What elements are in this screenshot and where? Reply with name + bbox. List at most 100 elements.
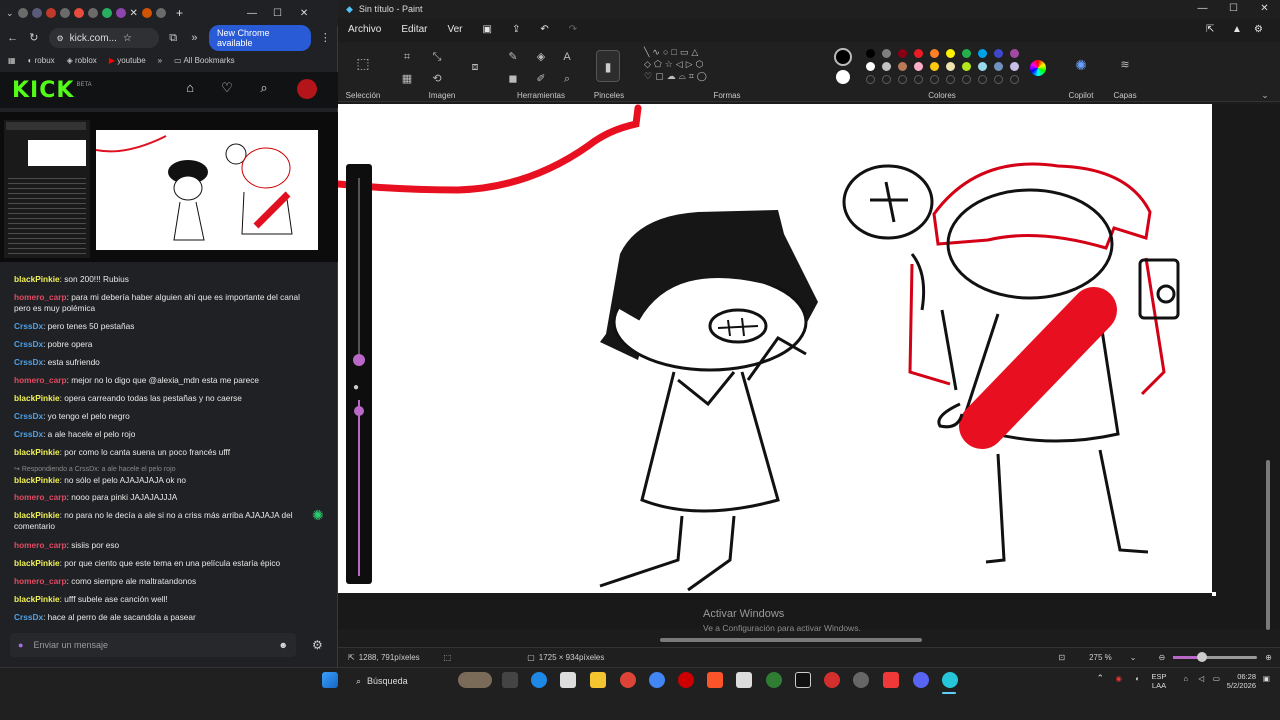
tab-favicon[interactable] (45, 8, 56, 18)
palette-swatch[interactable] (930, 62, 939, 71)
zoom-slider-thumb[interactable] (1197, 652, 1208, 662)
bookmark-robux[interactable]: ◐ robux (28, 56, 55, 65)
chrome-update-button[interactable]: New Chrome available (209, 25, 311, 51)
new-tab-icon[interactable]: + (176, 6, 183, 20)
drawing-canvas[interactable] (338, 104, 1212, 593)
menu-ver[interactable]: Ver (447, 24, 462, 35)
discord-icon[interactable] (913, 672, 929, 688)
settings-gear-icon[interactable]: ⚙ (1254, 24, 1263, 35)
more-chevron-icon[interactable]: » (188, 31, 201, 45)
roblox-icon[interactable] (824, 672, 840, 688)
kick-logo[interactable]: KICK (12, 78, 74, 103)
chrome-alt-icon[interactable] (649, 672, 665, 688)
eraser-icon[interactable]: ◼ (506, 72, 520, 86)
tab-favicon[interactable] (141, 8, 152, 18)
clock[interactable]: 06:28 5/2/2026 (1220, 672, 1256, 690)
extensions-icon[interactable]: ⧉ (167, 31, 180, 45)
bookmark-roblox[interactable]: ◈ roblox (67, 56, 97, 65)
size-slider-thumb[interactable] (353, 354, 365, 366)
apps-grid-icon[interactable]: ▦ (8, 56, 16, 65)
minimize-icon[interactable]: — (247, 8, 257, 19)
edit-colors-icon[interactable] (1030, 60, 1046, 76)
edge-icon[interactable] (531, 672, 547, 688)
bookmarks-overflow-icon[interactable]: » (158, 56, 162, 65)
task-view-icon[interactable] (502, 672, 518, 688)
maximize-button[interactable]: ☐ (1218, 0, 1249, 18)
stream-player[interactable] (0, 112, 338, 262)
start-windows-icon[interactable] (322, 672, 338, 688)
image-remove-bg-icon[interactable]: ⧈ (468, 60, 482, 74)
chat-input[interactable]: ● Enviar un mensaje ☻ (10, 633, 296, 657)
tray-icon[interactable]: ◐ (1135, 674, 1140, 683)
palette-swatch[interactable] (994, 49, 1003, 58)
reload-icon[interactable]: ↻ (27, 31, 40, 45)
tab-favicon[interactable] (59, 8, 70, 18)
chat-settings-gear-icon[interactable]: ⚙ (312, 639, 324, 651)
palette-swatch[interactable] (914, 49, 923, 58)
vivaldi-icon[interactable] (883, 672, 899, 688)
paint-taskbar-icon[interactable] (736, 672, 752, 688)
copilot-icon[interactable]: ✺ (1074, 58, 1088, 72)
palette-swatch[interactable] (978, 49, 987, 58)
network-icon[interactable]: ⌂ (1183, 674, 1188, 683)
palette-empty-slot[interactable] (946, 75, 955, 84)
palette-swatch[interactable] (882, 49, 891, 58)
palette-swatch[interactable] (898, 49, 907, 58)
battery-icon[interactable]: ▭ (1213, 674, 1220, 683)
save-icon[interactable]: ▣ (483, 24, 492, 35)
lang-indicator[interactable]: ESP LAA (1146, 672, 1172, 690)
brush-selector[interactable]: ▮ (596, 50, 620, 82)
palette-swatch[interactable] (1010, 62, 1019, 71)
emoji-icon[interactable]: ☻ (279, 640, 288, 650)
pencil-icon[interactable]: ✎ (506, 50, 520, 64)
zoom-in-icon[interactable]: ⊕ (1265, 653, 1272, 662)
tab-favicon[interactable] (87, 8, 98, 18)
tab-favicon[interactable] (31, 8, 42, 18)
store-icon[interactable] (560, 672, 576, 688)
emote-icon[interactable]: ● (18, 640, 23, 650)
palette-empty-slot[interactable] (1010, 75, 1019, 84)
back-icon[interactable]: ← (6, 31, 19, 45)
minimize-button[interactable]: — (1187, 0, 1218, 18)
tab-favicon[interactable] (101, 8, 112, 18)
horizontal-scrollbar[interactable] (660, 638, 922, 642)
palette-empty-slot[interactable] (978, 75, 987, 84)
bookmark-star-icon[interactable]: ☆ (123, 33, 132, 44)
all-bookmarks[interactable]: ▭ All Bookmarks (174, 56, 234, 65)
palette-empty-slot[interactable] (962, 75, 971, 84)
palette-swatch[interactable] (978, 62, 987, 71)
url-field[interactable]: ⚙ kick.com... ☆ (48, 28, 159, 48)
primary-color[interactable] (834, 48, 852, 66)
palette-swatch[interactable] (866, 62, 875, 71)
select-image-icon[interactable]: ▦ (400, 72, 414, 86)
zoom-out-icon[interactable]: ⊖ (1158, 653, 1165, 662)
undo-icon[interactable]: ↶ (540, 24, 548, 35)
browse-icon[interactable]: ⌂ (182, 80, 198, 96)
tray-app-icon[interactable]: ◉ (1115, 674, 1122, 683)
menu-kebab-icon[interactable]: ⋮ (319, 31, 332, 45)
palette-swatch[interactable] (946, 62, 955, 71)
tab-favicon[interactable] (17, 8, 28, 18)
zoom-level[interactable]: 275 % (1089, 653, 1112, 662)
palette-empty-slot[interactable] (866, 75, 875, 84)
ribbon-collapse-icon[interactable]: ⌄ (1258, 88, 1272, 102)
secondary-color[interactable] (836, 70, 850, 84)
resize-icon[interactable]: ⤡ (430, 50, 444, 64)
widget-icon[interactable] (458, 672, 492, 688)
color-picker-icon[interactable]: ✐ (534, 72, 548, 86)
tab-favicon[interactable] (73, 8, 84, 18)
file-explorer-icon[interactable] (590, 672, 606, 688)
palette-swatch[interactable] (882, 62, 891, 71)
magnifier-icon[interactable]: ⌕ (560, 72, 574, 86)
fill-icon[interactable]: ◈ (534, 50, 548, 64)
zoom-dropdown-icon[interactable]: ⌄ (1130, 653, 1137, 662)
capcut-icon[interactable] (795, 672, 811, 688)
layers-icon[interactable]: ≋ (1118, 58, 1132, 72)
palette-swatch[interactable] (866, 49, 875, 58)
user-avatar[interactable] (297, 79, 317, 99)
crop-icon[interactable]: ⌗ (400, 50, 414, 64)
search-icon[interactable]: ⌕ (256, 80, 272, 96)
palette-swatch[interactable] (962, 49, 971, 58)
bookmark-youtube[interactable]: ▶ youtube (109, 56, 146, 65)
palette-swatch[interactable] (994, 62, 1003, 71)
